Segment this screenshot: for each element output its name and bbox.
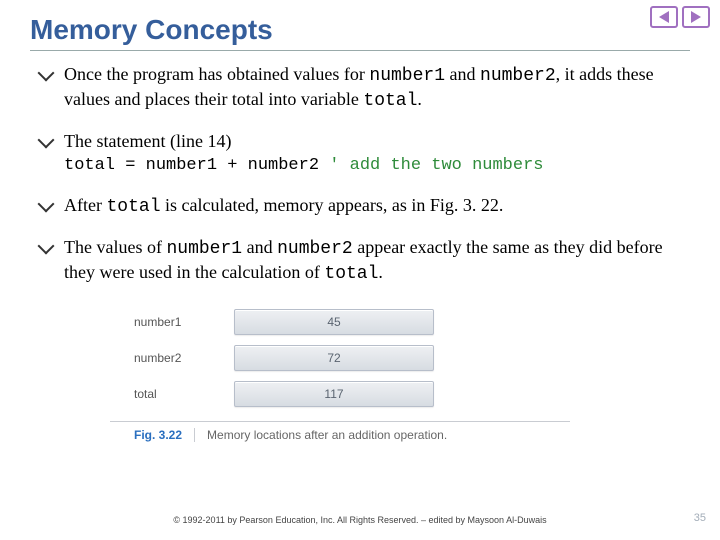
bullet-1: Once the program has obtained values for… bbox=[40, 63, 690, 112]
text: is calculated, memory appears, as in Fig… bbox=[161, 195, 504, 215]
figure-value: 45 bbox=[234, 309, 434, 335]
divider bbox=[194, 428, 195, 442]
copyright: © 1992-2011 by Pearson Education, Inc. A… bbox=[0, 515, 720, 526]
figure-value: 117 bbox=[234, 381, 434, 407]
figure-row: number1 45 bbox=[134, 309, 546, 335]
figure-label: total bbox=[134, 387, 234, 401]
figure-row: total 117 bbox=[134, 381, 546, 407]
code: total bbox=[106, 197, 160, 217]
text: The values of bbox=[64, 237, 166, 257]
text: and bbox=[445, 64, 480, 84]
code: number2 bbox=[277, 239, 353, 259]
bullet-list: Once the program has obtained values for… bbox=[40, 63, 690, 285]
arrow-left-icon bbox=[659, 11, 669, 23]
code: total bbox=[363, 91, 417, 111]
next-button[interactable] bbox=[682, 6, 710, 28]
text: The statement (line 14) bbox=[64, 131, 231, 151]
slide: Memory Concepts Once the program has obt… bbox=[0, 0, 720, 540]
code-line: total = number1 + number2 ' add the two … bbox=[64, 155, 690, 176]
figure-rows: number1 45 number2 72 total 117 bbox=[110, 303, 570, 421]
text: After bbox=[64, 195, 106, 215]
figure-label: number1 bbox=[134, 315, 234, 329]
code: total = number1 + number2 bbox=[64, 156, 329, 175]
figure-row: number2 72 bbox=[134, 345, 546, 371]
code: number2 bbox=[480, 66, 556, 86]
figure: number1 45 number2 72 total 117 Fig. 3.2… bbox=[110, 303, 570, 446]
text: . bbox=[378, 262, 383, 282]
prev-button[interactable] bbox=[650, 6, 678, 28]
code: number1 bbox=[369, 66, 445, 86]
slide-title: Memory Concepts bbox=[30, 14, 690, 51]
bullet-4: The values of number1 and number2 appear… bbox=[40, 236, 690, 285]
text: . bbox=[417, 89, 422, 109]
bullet-2: The statement (line 14) total = number1 … bbox=[40, 130, 690, 176]
text: Once the program has obtained values for bbox=[64, 64, 369, 84]
arrow-right-icon bbox=[691, 11, 701, 23]
bullet-3: After total is calculated, memory appear… bbox=[40, 194, 690, 219]
page-number: 35 bbox=[694, 512, 706, 524]
code-comment: ' add the two numbers bbox=[329, 156, 543, 175]
code: total bbox=[324, 264, 378, 284]
code: number1 bbox=[166, 239, 242, 259]
figure-label: number2 bbox=[134, 351, 234, 365]
figure-caption-text: Memory locations after an addition opera… bbox=[207, 428, 447, 442]
text: and bbox=[242, 237, 277, 257]
figure-number: Fig. 3.22 bbox=[134, 428, 182, 442]
figure-caption: Fig. 3.22 Memory locations after an addi… bbox=[110, 421, 570, 446]
figure-value: 72 bbox=[234, 345, 434, 371]
nav-controls bbox=[650, 6, 710, 28]
